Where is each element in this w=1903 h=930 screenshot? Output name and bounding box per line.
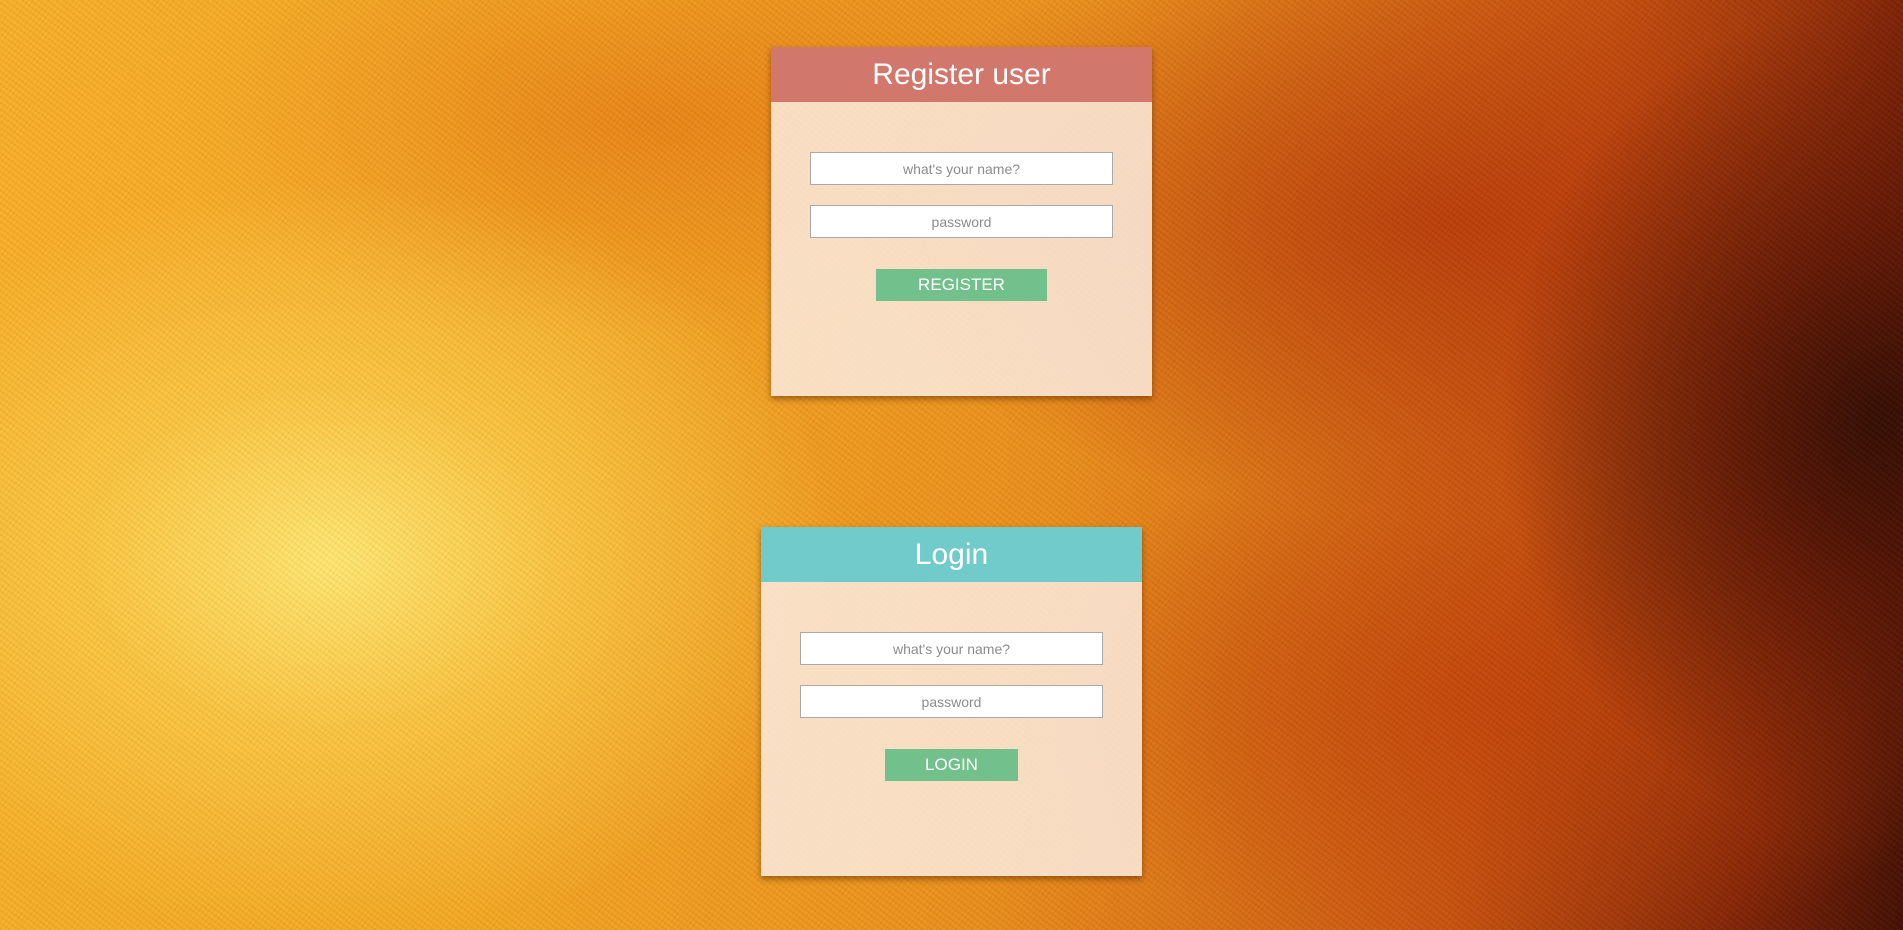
login-password-input[interactable]: [800, 685, 1103, 718]
register-name-input[interactable]: [810, 152, 1113, 185]
login-button[interactable]: LOGIN: [885, 749, 1018, 781]
register-panel: Register user REGISTER: [771, 47, 1152, 396]
login-panel-title: Login: [761, 527, 1142, 582]
register-button[interactable]: REGISTER: [876, 269, 1047, 301]
register-password-input[interactable]: [810, 205, 1113, 238]
register-panel-title: Register user: [771, 47, 1152, 102]
login-panel: Login LOGIN: [761, 527, 1142, 876]
login-name-input[interactable]: [800, 632, 1103, 665]
